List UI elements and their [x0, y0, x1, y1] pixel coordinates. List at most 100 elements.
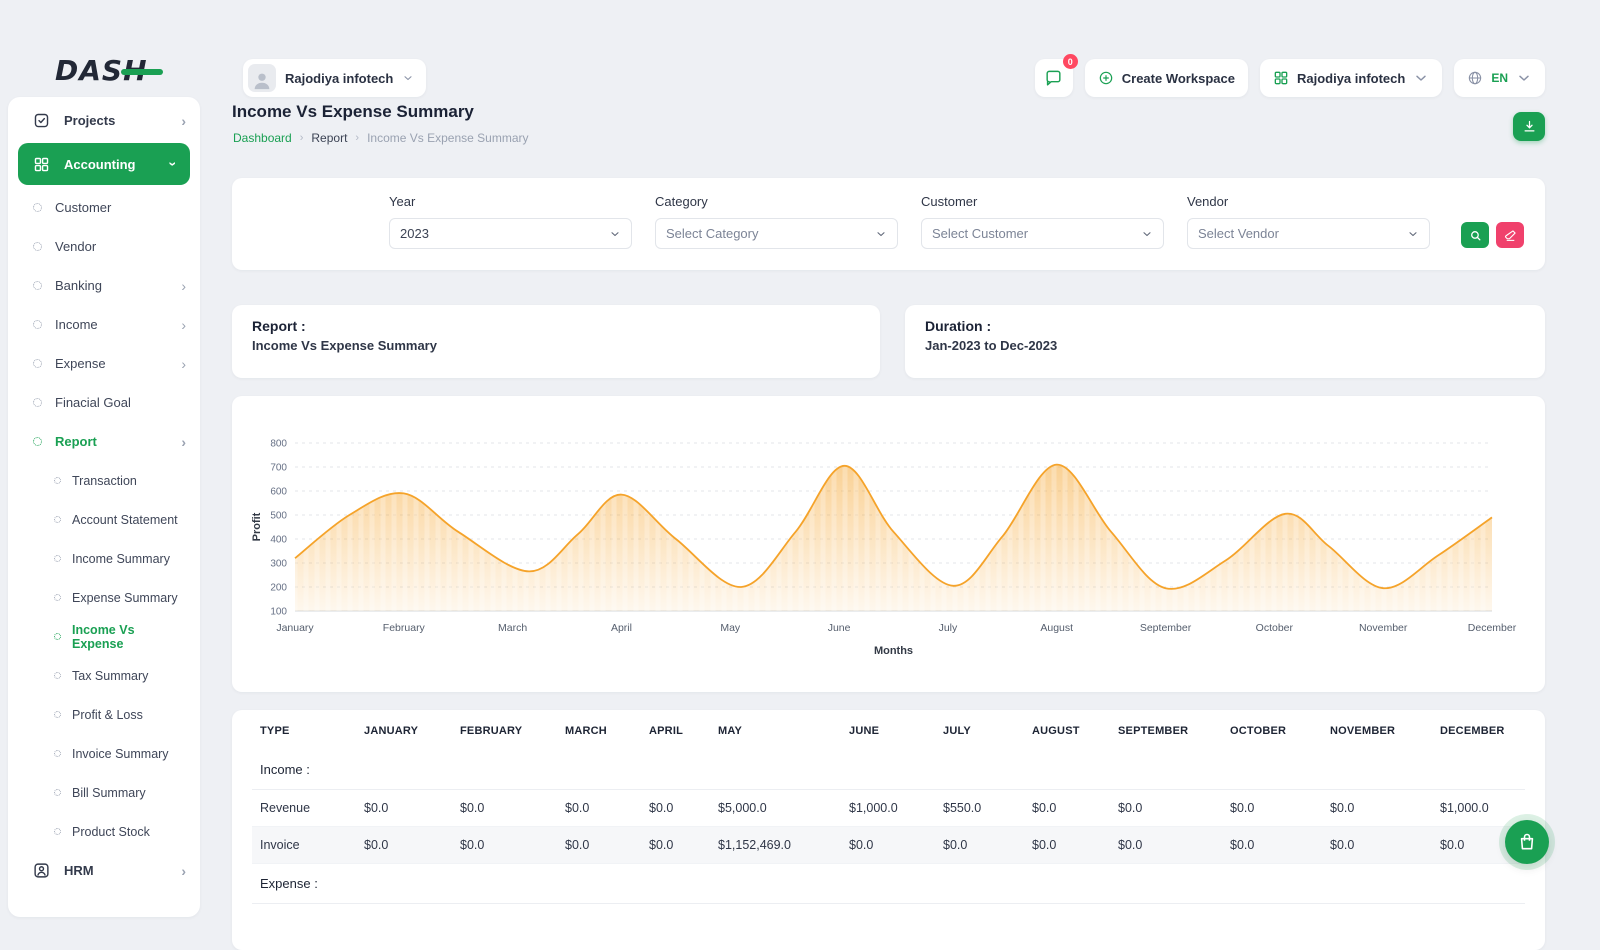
column-header-november: NOVEMBER [1322, 710, 1432, 750]
sidebar-item-label: Transaction [72, 474, 137, 488]
svg-text:February: February [383, 622, 426, 634]
duration-card-title: Duration : [925, 318, 1525, 334]
sidebar-item-label: Accounting [64, 157, 136, 172]
dot-icon [54, 672, 61, 679]
row-label: Revenue [252, 790, 356, 827]
sidebar-item-label: Income Vs Expense [72, 623, 186, 651]
sidebar-item-banking[interactable]: Banking› [8, 266, 200, 305]
chevron-down-icon [1413, 70, 1429, 86]
globe-icon [1467, 70, 1483, 86]
notification-badge: 0 [1063, 54, 1078, 69]
floating-cart-button[interactable] [1505, 820, 1549, 864]
sidebar-item-expense-summary[interactable]: Expense Summary [8, 578, 200, 617]
sidebar-item-transaction[interactable]: Transaction [8, 461, 200, 500]
sidebar-item-expense[interactable]: Expense› [8, 344, 200, 383]
download-button[interactable] [1513, 112, 1545, 141]
chevron-right-icon: › [300, 132, 304, 144]
cell-value: $0.0 [1222, 790, 1322, 827]
sidebar-item-income-vs-expense[interactable]: Income Vs Expense [8, 617, 200, 656]
column-header-type: TYPE [252, 710, 356, 750]
vendor-select[interactable]: Select Vendor [1187, 218, 1430, 249]
sidebar-item-label: Finacial Goal [55, 395, 131, 410]
circle-icon [33, 203, 42, 212]
sidebar-item-tax-summary[interactable]: Tax Summary [8, 656, 200, 695]
row-label: Invoice [252, 827, 356, 864]
svg-text:700: 700 [270, 463, 287, 474]
sidebar-item-vendor[interactable]: Vendor [8, 227, 200, 266]
messages-button[interactable]: 0 [1035, 59, 1073, 97]
sidebar-item-profit-loss[interactable]: Profit & Loss [8, 695, 200, 734]
app-logo[interactable]: DASH [55, 54, 167, 90]
dot-icon [54, 594, 61, 601]
logo-accent-bar [121, 69, 163, 75]
sidebar-item-income-summary[interactable]: Income Summary [8, 539, 200, 578]
cell-value: $0.0 [1322, 827, 1432, 864]
chevron-right-icon: › [181, 864, 186, 878]
create-workspace-button[interactable]: Create Workspace [1085, 59, 1248, 97]
language-selector[interactable]: EN [1454, 59, 1545, 97]
column-header-july: JULY [935, 710, 1024, 750]
dot-icon [54, 633, 61, 640]
table-row-invoice: Invoice$0.0$0.0$0.0$0.0$1,152,469.0$0.0$… [252, 827, 1525, 864]
svg-text:November: November [1359, 622, 1408, 634]
cell-value: $0.0 [841, 827, 935, 864]
breadcrumb-report[interactable]: Report [311, 131, 347, 145]
svg-text:500: 500 [270, 511, 287, 522]
cell-value: $0.0 [1222, 827, 1322, 864]
sidebar-item-label: Income [55, 317, 98, 332]
chevron-right-icon: › [181, 318, 186, 332]
workspace-dropdown-label: Rajodiya infotech [1297, 71, 1405, 86]
sidebar-item-report[interactable]: Report› [8, 422, 200, 461]
category-select[interactable]: Select Category [655, 218, 898, 249]
circle-icon [33, 242, 42, 251]
workspace-dropdown[interactable]: Rajodiya infotech [1260, 59, 1442, 97]
section-label: Income : [252, 750, 1525, 790]
workspace-selector[interactable]: Rajodiya infotech [243, 59, 426, 97]
svg-text:300: 300 [270, 559, 287, 570]
eraser-icon [1504, 229, 1517, 242]
duration-card-value: Jan-2023 to Dec-2023 [925, 338, 1525, 353]
sidebar-item-account-statement[interactable]: Account Statement [8, 500, 200, 539]
sidebar-item-label: HRM [64, 863, 94, 878]
sidebar-item-projects[interactable]: Projects› [8, 101, 200, 140]
dot-icon [54, 789, 61, 796]
sidebar-item-income[interactable]: Income › [8, 305, 200, 344]
create-workspace-label: Create Workspace [1122, 71, 1235, 86]
table-header-row: TYPEJANUARYFEBRUARYMARCHAPRILMAYJUNEJULY… [252, 710, 1525, 750]
cell-value: $0.0 [1110, 827, 1222, 864]
chevron-down-icon [609, 228, 621, 240]
customer-select[interactable]: Select Customer [921, 218, 1164, 249]
cell-value: $5,000.0 [710, 790, 841, 827]
sidebar-item-customer[interactable]: Customer [8, 188, 200, 227]
checkbox-icon [33, 112, 50, 129]
sidebar-item-bill-summary[interactable]: Bill Summary [8, 773, 200, 812]
page-title: Income Vs Expense Summary [232, 102, 474, 122]
cell-value: $0.0 [452, 827, 557, 864]
svg-text:100: 100 [270, 607, 287, 618]
topbar: Rajodiya infotech 0 Create Workspace Raj… [243, 57, 1545, 99]
cell-value: $0.0 [1024, 790, 1110, 827]
users-icon [33, 862, 50, 879]
svg-text:September: September [1140, 622, 1192, 634]
svg-text:Months: Months [874, 645, 913, 657]
chevron-right-icon: › [181, 279, 186, 293]
year-select[interactable]: 2023 [389, 218, 632, 249]
circle-icon [33, 398, 42, 407]
svg-text:May: May [720, 622, 741, 634]
reset-filter-button[interactable] [1496, 222, 1524, 248]
apply-filter-button[interactable] [1461, 222, 1489, 248]
sidebar-item-label: Customer [55, 200, 111, 215]
report-info-card: Report : Income Vs Expense Summary [232, 305, 880, 378]
grid-icon [33, 156, 50, 173]
sidebar-item-invoice-summary[interactable]: Invoice Summary [8, 734, 200, 773]
breadcrumb-dashboard[interactable]: Dashboard [233, 131, 292, 145]
sidebar-item-product-stock[interactable]: Product Stock [8, 812, 200, 851]
sidebar-item-label: Projects [64, 113, 115, 128]
sidebar-item-accounting[interactable]: Accounting› [18, 143, 190, 185]
sidebar-item-label: Tax Summary [72, 669, 148, 683]
chevron-down-icon [1141, 228, 1153, 240]
sidebar-item-label: Bill Summary [72, 786, 146, 800]
sidebar-item-hrm[interactable]: HRM › [8, 851, 200, 890]
sidebar-item-finacial-goal[interactable]: Finacial Goal [8, 383, 200, 422]
breadcrumb: Dashboard › Report › Income Vs Expense S… [233, 131, 529, 145]
